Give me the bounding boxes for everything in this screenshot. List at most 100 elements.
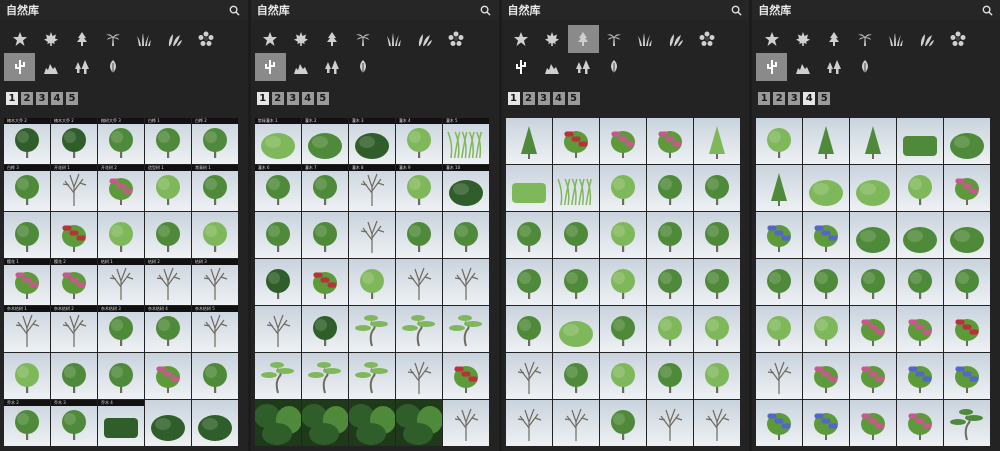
asset-tile[interactable] [301,400,348,446]
asset-tile[interactable] [348,400,395,446]
asset-tile[interactable] [348,212,395,258]
asset-tile[interactable] [850,259,897,305]
asset-tile[interactable] [348,306,395,352]
asset-tile[interactable] [599,118,646,164]
star-icon[interactable] [756,25,787,53]
asset-tile[interactable]: 杂木枯树 2 [51,306,97,352]
asset-tile[interactable] [693,118,740,164]
asset-tile[interactable] [646,165,693,211]
asset-tile[interactable] [897,353,944,399]
pine-pair-icon[interactable] [66,53,97,81]
flower-icon[interactable] [942,25,973,53]
asset-tile[interactable] [552,212,599,258]
asset-tile[interactable]: 杂木枯树 5 [192,306,238,352]
asset-tile[interactable] [348,353,395,399]
asset-tile[interactable] [254,400,301,446]
grass-icon[interactable] [128,25,159,53]
asset-tile[interactable] [552,118,599,164]
asset-tile[interactable] [395,353,442,399]
asset-tile[interactable] [348,259,395,305]
asset-tile[interactable]: 乔木 3 [51,400,97,446]
leaves-icon[interactable] [410,25,441,53]
star-icon[interactable] [506,25,537,53]
asset-tile[interactable]: 灌木 2 [301,118,348,164]
asset-tile[interactable] [301,306,348,352]
pine-pair-icon[interactable] [568,53,599,81]
leaf-icon[interactable] [97,53,128,81]
asset-tile[interactable] [756,118,803,164]
asset-tile[interactable] [803,259,850,305]
asset-tile[interactable] [552,400,599,446]
asset-tile[interactable] [254,353,301,399]
asset-tile[interactable] [442,400,489,446]
asset-tile[interactable] [944,259,991,305]
leaf-icon[interactable] [849,53,880,81]
asset-tile[interactable] [395,306,442,352]
asset-tile[interactable] [756,353,803,399]
search-icon[interactable] [228,3,242,17]
page-button[interactable]: 3 [36,92,48,105]
asset-tile[interactable] [756,306,803,352]
asset-tile[interactable] [756,212,803,258]
asset-tile[interactable] [756,259,803,305]
asset-tile[interactable] [254,212,301,258]
asset-tile[interactable] [254,259,301,305]
asset-tile[interactable] [4,353,50,399]
asset-tile[interactable]: 常绿灌木 1 [254,118,301,164]
flower-icon[interactable] [441,25,472,53]
star-icon[interactable] [4,25,35,53]
conifer-tree-icon[interactable] [567,25,599,53]
asset-tile[interactable] [4,212,50,258]
page-button[interactable]: 2 [773,92,786,105]
asset-tile[interactable] [646,118,693,164]
asset-tile[interactable] [693,400,740,446]
flower-icon[interactable] [692,25,723,53]
asset-tile[interactable] [756,400,803,446]
asset-tile[interactable]: 樱花 2 [51,259,97,305]
search-icon[interactable] [729,3,743,17]
asset-tile[interactable] [803,212,850,258]
asset-tile[interactable] [145,353,191,399]
asset-tile[interactable] [145,400,191,446]
grass-icon[interactable] [379,25,410,53]
cactus-icon[interactable] [506,53,537,81]
asset-tile[interactable] [803,118,850,164]
page-button[interactable]: 2 [522,92,535,105]
asset-tile[interactable] [552,165,599,211]
page-button[interactable]: 4 [51,92,63,105]
page-button[interactable]: 5 [818,92,831,105]
asset-tile[interactable] [442,259,489,305]
asset-tile[interactable]: 开花树 2 [98,165,144,211]
asset-tile[interactable] [693,353,740,399]
asset-tile[interactable]: 白桦 2 [192,118,238,164]
asset-tile[interactable]: 杂木枯树 1 [4,306,50,352]
asset-tile[interactable] [395,212,442,258]
asset-tile[interactable] [505,212,552,258]
asset-tile[interactable] [599,306,646,352]
asset-tile[interactable]: 楠木大乔 2 [4,118,50,164]
asset-tile[interactable] [51,353,97,399]
asset-tile[interactable] [599,259,646,305]
maple-leaf-icon[interactable] [537,25,568,53]
asset-tile[interactable] [897,259,944,305]
asset-tile[interactable]: 枯树 3 [192,259,238,305]
asset-tile[interactable] [803,165,850,211]
asset-tile[interactable] [850,165,897,211]
asset-tile[interactable]: 榕树大乔 3 [98,118,144,164]
maple-leaf-icon[interactable] [35,25,66,53]
asset-tile[interactable] [552,306,599,352]
asset-tile[interactable]: 灌木 6 [254,165,301,211]
asset-tile[interactable] [505,306,552,352]
asset-tile[interactable]: 造型树 1 [145,165,191,211]
asset-tile[interactable] [599,165,646,211]
asset-tile[interactable] [803,306,850,352]
asset-tile[interactable] [897,212,944,258]
asset-tile[interactable] [192,400,238,446]
page-button[interactable]: 5 [316,92,329,105]
asset-tile[interactable] [552,259,599,305]
asset-tile[interactable] [192,212,238,258]
asset-tile[interactable] [442,212,489,258]
asset-tile[interactable] [944,165,991,211]
asset-tile[interactable] [395,400,442,446]
asset-tile[interactable] [944,306,991,352]
